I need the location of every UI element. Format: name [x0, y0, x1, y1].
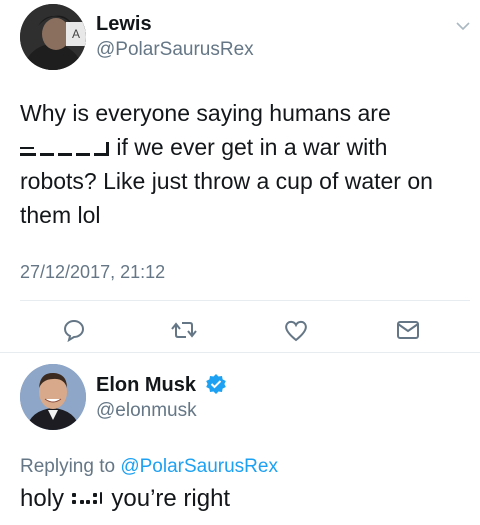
action-bar	[0, 316, 480, 346]
chevron-down-icon[interactable]	[455, 18, 471, 34]
retweet-icon[interactable]	[170, 316, 198, 344]
tweet-text: Why is everyone saying humans are if we …	[20, 96, 470, 232]
reply-text-fragment: holy	[20, 485, 65, 512]
avatar-lewis[interactable]: A	[20, 4, 86, 70]
mail-icon[interactable]	[394, 316, 422, 344]
original-tweet: A Lewis @PolarSaurusRex Why is everyone …	[0, 0, 480, 343]
censored-word	[20, 140, 110, 156]
display-name[interactable]: Elon Musk	[96, 374, 196, 397]
heart-icon[interactable]	[282, 316, 310, 344]
censored-word	[71, 490, 105, 506]
mention-link[interactable]: @PolarSaurusRex	[120, 456, 278, 477]
tweet-text-line: them lol	[20, 202, 101, 228]
tweet-text-line: robots? Like just throw a cup of water o…	[20, 168, 433, 194]
verified-badge-icon	[206, 374, 226, 394]
user-handle[interactable]: @elonmusk	[96, 400, 197, 422]
tweet-text-line: Why is everyone saying humans are	[20, 100, 391, 126]
tweet-text-fragment: if we ever get in a war with	[116, 134, 388, 160]
tweet-text-line: if we ever get in a war with	[20, 130, 470, 164]
avatar-elon-musk[interactable]	[20, 364, 86, 430]
timestamp[interactable]: 27/12/2017, 21:12	[20, 262, 165, 283]
reply-icon[interactable]	[60, 316, 88, 344]
svg-text:A: A	[72, 27, 80, 41]
divider	[0, 352, 480, 353]
reply-text: holy you’re right	[20, 485, 230, 513]
reply-text-fragment: you’re right	[111, 485, 231, 512]
display-name[interactable]: Lewis	[96, 13, 152, 36]
replying-prefix: Replying to	[20, 456, 116, 477]
user-handle[interactable]: @PolarSaurusRex	[96, 39, 254, 61]
replying-to: Replying to @PolarSaurusRex	[20, 456, 278, 478]
divider	[20, 300, 470, 301]
